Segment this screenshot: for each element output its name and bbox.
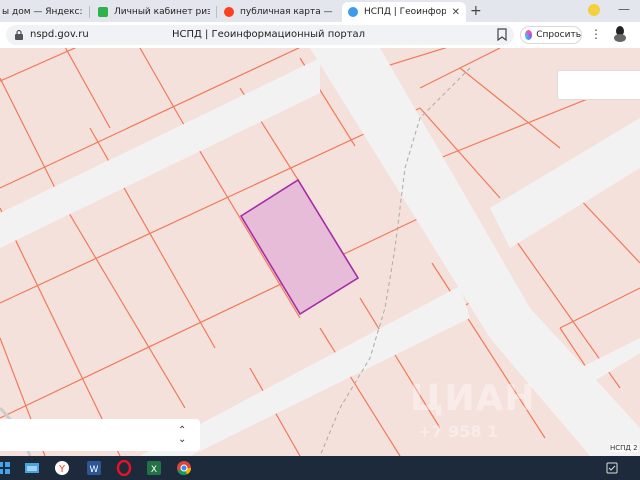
- ask-button[interactable]: Спросить: [520, 26, 582, 44]
- layer-selector[interactable]: ⌃ ⌄: [0, 419, 200, 451]
- close-icon[interactable]: ✕: [452, 7, 460, 18]
- svg-text:X: X: [151, 465, 157, 475]
- explorer-icon[interactable]: [24, 460, 40, 476]
- tab-public-map[interactable]: публичная карта — Яндекс: [218, 2, 340, 22]
- tab-label: публичная карта — Яндекс: [240, 7, 334, 17]
- map-view[interactable]: ЦИАН +7 958 1 ⌃ ⌄ НСПД 2: [0, 48, 640, 456]
- tab-bar: ы дом — Яндекс: нашлo Личный кабинет риэ…: [0, 0, 640, 22]
- yandex-browser-icon[interactable]: Y: [54, 460, 70, 476]
- tab-yandex-search[interactable]: ы дом — Яндекс: нашлo: [0, 2, 88, 22]
- tab-label: Личный кабинет риэлтор: [114, 7, 210, 17]
- tab-realtor-cabinet[interactable]: Личный кабинет риэлтор: [92, 2, 216, 22]
- windows-icon[interactable]: [0, 460, 12, 476]
- extension-icon[interactable]: [612, 25, 628, 43]
- chevron-updown-icon[interactable]: ⌃ ⌄: [178, 426, 186, 445]
- tray-icon[interactable]: [606, 462, 618, 474]
- excel-icon[interactable]: X: [146, 460, 162, 476]
- omnibox[interactable]: nspd.gov.ru НСПД | Геоинформационный пор…: [6, 25, 514, 45]
- lock-icon: [15, 29, 23, 40]
- chrome-icon[interactable]: [176, 460, 192, 476]
- bookmark-icon[interactable]: [497, 28, 507, 41]
- avatar[interactable]: [588, 4, 600, 16]
- tab-divider: [216, 6, 217, 18]
- menu-icon[interactable]: ⋮: [590, 27, 602, 41]
- svg-text:W: W: [90, 465, 99, 475]
- opera-icon[interactable]: [116, 460, 132, 476]
- tab-nspd[interactable]: НСПД | Геоинформацион ✕: [342, 2, 466, 22]
- new-tab-button[interactable]: +: [470, 3, 482, 19]
- tab-divider: [89, 6, 90, 18]
- globe-icon: [348, 7, 358, 17]
- sparkle-icon: [525, 30, 533, 40]
- tab-label: НСПД | Геоинформацион: [364, 7, 446, 17]
- minimize-icon[interactable]: —: [618, 2, 630, 16]
- word-icon[interactable]: W: [86, 460, 102, 476]
- watermark-number: +7 958 1: [418, 422, 499, 441]
- cabinet-icon: [98, 7, 108, 17]
- map-search-box[interactable]: [557, 70, 640, 100]
- watermark: ЦИАН +7 958 1: [370, 376, 580, 446]
- url-text: nspd.gov.ru: [30, 29, 89, 40]
- watermark-text: ЦИАН: [410, 378, 536, 419]
- ask-button-label: Спросить: [536, 30, 581, 40]
- taskbar: Y W X: [0, 456, 640, 480]
- yandex-icon: [224, 7, 234, 17]
- svg-text:Y: Y: [58, 464, 66, 475]
- page-title: НСПД | Геоинформационный портал: [172, 29, 366, 40]
- map-attribution: НСПД 2: [610, 444, 638, 452]
- address-bar: nspd.gov.ru НСПД | Геоинформационный пор…: [0, 22, 640, 48]
- tab-label: ы дом — Яндекс: нашлo: [2, 7, 82, 17]
